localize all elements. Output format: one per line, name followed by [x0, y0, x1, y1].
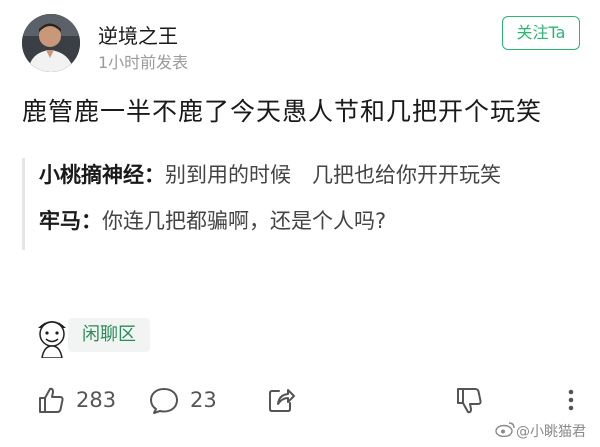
- post-header: 逆境之王 1小时前发表 关注Ta: [22, 14, 582, 74]
- author-avatar[interactable]: [22, 14, 80, 72]
- share-button[interactable]: [266, 380, 296, 420]
- author-name[interactable]: 逆境之王: [98, 20, 178, 49]
- comment-text: 别到用的时候 几把也给你开开玩笑: [165, 163, 501, 187]
- post-content: 鹿管鹿一半不鹿了今天愚人节和几把开个玩笑: [22, 97, 543, 126]
- comment-bubble-icon: [148, 385, 180, 415]
- like-button[interactable]: 283: [36, 380, 116, 420]
- action-bar: 283 23: [0, 380, 600, 420]
- post-time: 1小时前发表: [98, 53, 189, 72]
- share-icon: [266, 385, 296, 415]
- like-count: 283: [76, 388, 117, 412]
- topic-label[interactable]: 闲聊区: [68, 318, 150, 352]
- watermark: @小眺猫君: [494, 421, 586, 441]
- comment-item[interactable]: 小桃摘神经：别到用的时候 几把也给你开开玩笑: [39, 158, 582, 192]
- thumbs-up-icon: [36, 385, 66, 415]
- comment-count: 23: [190, 388, 217, 412]
- comment-username[interactable]: 牢马：: [39, 209, 102, 233]
- more-options-button[interactable]: [556, 380, 586, 420]
- comment-item[interactable]: 牢马：你连几把都骗啊，还是个人吗?: [39, 204, 582, 238]
- comment-text: 你连几把都骗啊，还是个人吗?: [102, 209, 387, 233]
- thumbs-down-icon: [454, 385, 484, 415]
- cartoon-mascot-icon: [30, 314, 74, 359]
- comment-username[interactable]: 小桃摘神经：: [39, 163, 165, 187]
- more-dots-icon: [556, 385, 586, 415]
- weibo-logo-icon: [494, 421, 516, 441]
- comment-preview[interactable]: 小桃摘神经：别到用的时候 几把也给你开开玩笑 牢马：你连几把都骗啊，还是个人吗?: [22, 158, 582, 250]
- comment-button[interactable]: 23: [148, 380, 217, 420]
- follow-button[interactable]: 关注Ta: [502, 16, 580, 50]
- dislike-button[interactable]: [454, 380, 484, 420]
- watermark-text: @小眺猫君: [516, 424, 586, 440]
